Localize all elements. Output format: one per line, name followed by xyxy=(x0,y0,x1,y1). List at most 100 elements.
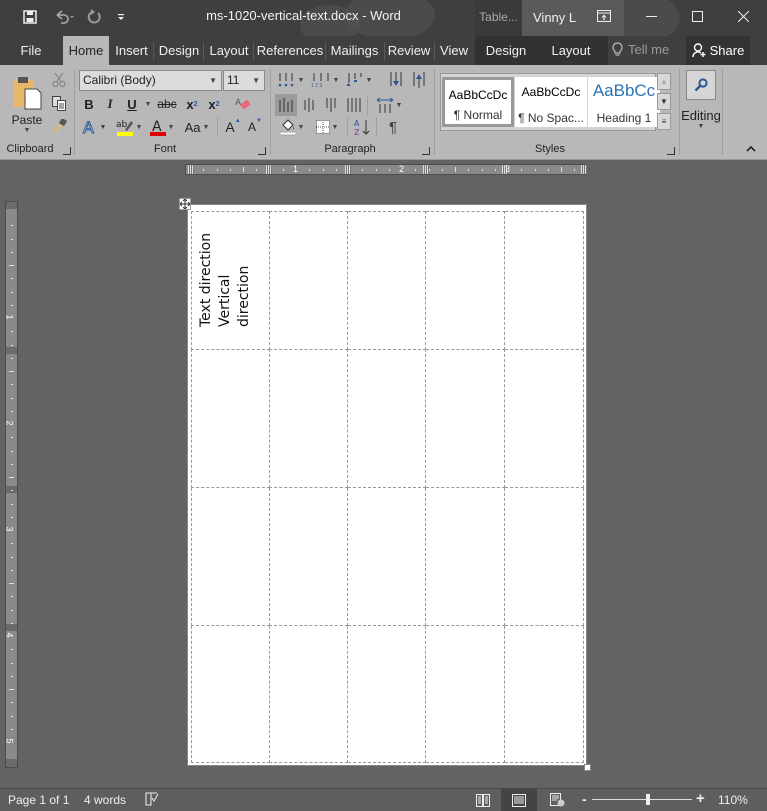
copy-button[interactable] xyxy=(50,93,68,113)
read-mode-button[interactable] xyxy=(465,789,501,811)
cut-button[interactable] xyxy=(50,70,68,90)
tab-table-layout[interactable]: Layout xyxy=(545,36,597,65)
tab-review[interactable]: Review xyxy=(386,36,432,65)
table-cell[interactable] xyxy=(269,626,348,763)
save-button[interactable] xyxy=(18,6,42,28)
change-case-button[interactable]: Aa ▼ xyxy=(182,116,212,138)
tab-insert[interactable]: Insert xyxy=(111,36,152,65)
redo-button[interactable] xyxy=(83,6,105,28)
zoom-slider-track[interactable] xyxy=(592,799,692,800)
tab-file[interactable]: File xyxy=(12,36,50,65)
clipboard-dialog-launcher[interactable] xyxy=(63,147,71,155)
vertical-ruler[interactable]: 1 2 3 4 5 xyxy=(5,201,18,768)
table-resize-handle[interactable] xyxy=(584,764,591,771)
word-count[interactable]: 4 words xyxy=(84,793,126,807)
styles-more-button[interactable]: ≡ xyxy=(657,113,671,130)
shrink-font-button[interactable]: A ▼ xyxy=(247,116,263,138)
grow-font-button[interactable]: A ▲ xyxy=(225,116,241,138)
show-formatting-marks-button[interactable]: ¶ xyxy=(382,116,404,138)
zoom-out-button[interactable]: - xyxy=(582,791,587,807)
justify-button[interactable] xyxy=(344,94,364,116)
editing-button[interactable]: Editing ▼ xyxy=(680,103,722,135)
table-cell[interactable] xyxy=(505,349,584,488)
zoom-slider-thumb[interactable] xyxy=(646,794,651,805)
format-painter-button[interactable] xyxy=(50,116,68,136)
table-cell[interactable] xyxy=(269,349,348,488)
style-normal[interactable]: AaBbCcDc ¶ Normal xyxy=(442,77,514,127)
italic-button[interactable]: I xyxy=(101,94,119,114)
font-size-combo[interactable]: 11 ▼ xyxy=(223,70,265,91)
table-cell[interactable] xyxy=(269,211,348,350)
style-heading-1[interactable]: AaBbCc Heading 1 xyxy=(588,77,660,127)
sort-button[interactable]: AZ xyxy=(351,116,373,138)
borders-button[interactable]: ▼ xyxy=(311,116,343,138)
table-cell[interactable] xyxy=(426,626,505,763)
table-cell[interactable] xyxy=(505,626,584,763)
numbering-button[interactable]: 1 2 3 ▼ xyxy=(308,70,342,90)
tab-layout[interactable]: Layout xyxy=(206,36,252,65)
ribbon-display-options-button[interactable] xyxy=(597,10,611,25)
row-marker[interactable] xyxy=(6,624,17,631)
table-cell[interactable] xyxy=(348,488,426,626)
customize-qat-button[interactable] xyxy=(114,6,128,28)
paste-button[interactable]: Paste ▼ xyxy=(6,71,48,137)
table-cell[interactable] xyxy=(348,626,426,763)
shading-button[interactable]: ▼ xyxy=(276,116,308,138)
font-color-button[interactable]: A ▼ xyxy=(147,116,177,138)
underline-button[interactable]: U xyxy=(123,94,141,114)
table-move-handle[interactable] xyxy=(179,198,191,210)
table-cell[interactable] xyxy=(191,488,270,626)
paragraph-dialog-launcher[interactable] xyxy=(422,147,430,155)
bullets-button[interactable]: ▼ xyxy=(275,70,307,90)
table-cell[interactable] xyxy=(348,211,426,350)
share-button[interactable]: Share xyxy=(686,36,750,65)
tab-view[interactable]: View xyxy=(436,36,472,65)
tab-design[interactable]: Design xyxy=(156,36,202,65)
zoom-level[interactable]: 110% xyxy=(718,793,748,807)
zoom-in-button[interactable]: + xyxy=(696,790,705,807)
table-cell[interactable] xyxy=(269,488,348,626)
multilevel-list-button[interactable]: ▼ xyxy=(343,70,375,90)
tab-table-design[interactable]: Design xyxy=(479,36,533,65)
subscript-button[interactable]: x2 xyxy=(182,94,202,114)
tab-mailings[interactable]: Mailings xyxy=(327,36,382,65)
web-layout-button[interactable] xyxy=(539,789,575,811)
page-count[interactable]: Page 1 of 1 xyxy=(8,793,69,807)
table-cell[interactable] xyxy=(191,349,270,488)
styles-dialog-launcher[interactable] xyxy=(667,147,675,155)
bold-button[interactable]: B xyxy=(80,94,98,114)
style-no-spacing[interactable]: AaBbCcDc ¶ No Spac... xyxy=(515,77,587,127)
align-top-button[interactable] xyxy=(275,94,297,116)
decrease-indent-button[interactable] xyxy=(385,70,407,90)
collapse-ribbon-button[interactable] xyxy=(743,143,759,155)
text-effects-button[interactable]: A ▼ xyxy=(80,116,108,138)
text-highlight-color-button[interactable]: ab ▼ xyxy=(113,116,145,138)
tab-home[interactable]: Home xyxy=(63,36,109,65)
tab-references[interactable]: References xyxy=(256,36,324,65)
table-cell[interactable] xyxy=(426,211,505,350)
table-cell[interactable] xyxy=(505,211,584,350)
tell-me-search[interactable]: Tell me xyxy=(612,42,669,57)
increase-indent-button[interactable] xyxy=(408,70,430,90)
column-marker[interactable] xyxy=(345,165,351,174)
table-cell[interactable] xyxy=(505,488,584,626)
proofing-button[interactable] xyxy=(145,792,160,809)
table-cell[interactable]: Text direction Vertical direction xyxy=(191,211,270,350)
column-marker[interactable] xyxy=(188,165,194,174)
undo-button[interactable] xyxy=(49,6,79,28)
text-direction-button[interactable]: ▼ xyxy=(372,94,406,116)
print-layout-button[interactable] xyxy=(501,789,537,811)
table-cell[interactable] xyxy=(348,349,426,488)
close-button[interactable] xyxy=(720,0,766,32)
align-center-button[interactable] xyxy=(300,94,320,116)
maximize-button[interactable] xyxy=(674,0,720,32)
row-marker[interactable] xyxy=(6,347,17,354)
column-marker[interactable] xyxy=(581,165,587,174)
strikethrough-button[interactable]: abc xyxy=(156,94,178,114)
find-button[interactable] xyxy=(686,70,716,100)
superscript-button[interactable]: x2 xyxy=(204,94,224,114)
underline-dropdown[interactable]: ▼ xyxy=(142,94,152,114)
user-account[interactable]: Vinny L xyxy=(522,0,624,36)
horizontal-ruler[interactable]: 1 2 3 xyxy=(185,164,587,175)
align-bottom-button[interactable] xyxy=(322,94,342,116)
